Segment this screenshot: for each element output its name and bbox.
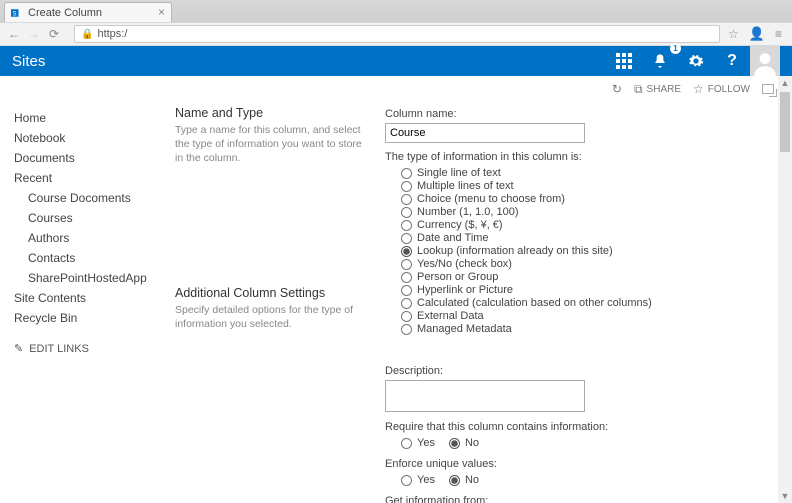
enforce-label: Enforce unique values: (385, 458, 772, 470)
lock-icon: 🔒 (81, 29, 93, 40)
main-content: HomeNotebookDocuments Recent Course Doco… (0, 102, 792, 503)
require-yes[interactable]: Yes (401, 437, 435, 449)
column-name-label: Column name: (385, 108, 772, 120)
column-type-option[interactable]: Managed Metadata (401, 323, 772, 335)
edit-links-button[interactable]: ✎ EDIT LINKS (14, 342, 175, 355)
scroll-thumb[interactable] (780, 92, 790, 152)
notification-badge: 1 (670, 43, 681, 54)
additional-settings-heading: Additional Column Settings (175, 286, 367, 300)
nav-recycle-bin[interactable]: Recycle Bin (14, 308, 175, 328)
column-type-option[interactable]: Calculated (calculation based on other c… (401, 297, 772, 309)
column-type-option[interactable]: Hyperlink or Picture (401, 284, 772, 296)
share-label: SHARE (647, 84, 681, 95)
close-tab-icon[interactable]: × (158, 5, 165, 19)
nav-recent-link[interactable]: Authors (28, 228, 175, 248)
column-type-option[interactable]: Choice (menu to choose from) (401, 193, 772, 205)
settings-button[interactable] (678, 46, 714, 76)
follow-label: FOLLOW (708, 84, 750, 95)
url-field[interactable]: 🔒 https:/ (74, 25, 720, 43)
column-name-input[interactable] (385, 123, 585, 143)
require-radio-group: Yes No (401, 436, 772, 450)
browser-tab[interactable]: S Create Column × (4, 2, 172, 22)
column-type-option[interactable]: Date and Time (401, 232, 772, 244)
waffle-icon (616, 53, 632, 69)
additional-settings-desc: Specify detailed options for the type of… (175, 303, 367, 331)
focus-content-button[interactable] (762, 84, 774, 94)
browser-tab-bar: S Create Column × (0, 0, 792, 22)
menu-icon[interactable]: ≡ (775, 27, 782, 41)
gear-icon (688, 53, 704, 69)
description-input[interactable] (385, 380, 585, 412)
star-icon: ☆ (693, 82, 704, 96)
enforce-no[interactable]: No (449, 474, 479, 486)
nav-site-contents[interactable]: Site Contents (14, 288, 175, 308)
enforce-radio-group: Yes No (401, 473, 772, 487)
column-type-option[interactable]: Currency ($, ¥, €) (401, 219, 772, 231)
share-button[interactable]: ⧉ SHARE (634, 82, 681, 97)
column-type-option[interactable]: Multiple lines of text (401, 180, 772, 192)
form-fields-column: Column name: The type of information in … (385, 106, 782, 503)
sync-icon[interactable]: ↻ (612, 82, 622, 96)
scroll-up-arrow[interactable]: ▲ (778, 76, 792, 90)
column-type-option[interactable]: Number (1, 1.0, 100) (401, 206, 772, 218)
column-type-option[interactable]: Single line of text (401, 167, 772, 179)
name-and-type-desc: Type a name for this column, and select … (175, 123, 367, 166)
nav-recent-link[interactable]: Contacts (28, 248, 175, 268)
nav-recent-link[interactable]: SharePointHostedApp (28, 268, 175, 288)
forward-button[interactable]: → (26, 27, 42, 41)
user-icon[interactable]: 👤 (749, 26, 765, 42)
column-type-radio-group: Single line of textMultiple lines of tex… (401, 167, 772, 335)
nav-link[interactable]: Home (14, 108, 175, 128)
help-button[interactable]: ? (714, 46, 750, 76)
name-and-type-heading: Name and Type (175, 106, 367, 120)
notifications-button[interactable]: 1 (642, 46, 678, 76)
edit-links-label: EDIT LINKS (29, 343, 89, 355)
column-type-option[interactable]: Lookup (information already on this site… (401, 245, 772, 257)
suite-bar: Sites 1 ? (0, 46, 792, 76)
svg-text:S: S (13, 11, 17, 17)
back-button[interactable]: ← (6, 27, 22, 41)
bell-icon (652, 53, 668, 69)
pencil-icon: ✎ (14, 342, 23, 355)
nav-link[interactable]: Notebook (14, 128, 175, 148)
scroll-down-arrow[interactable]: ▼ (778, 489, 792, 503)
focus-icon (762, 84, 774, 94)
suite-title: Sites (12, 53, 45, 70)
enforce-yes[interactable]: Yes (401, 474, 435, 486)
column-type-option[interactable]: Person or Group (401, 271, 772, 283)
column-type-label: The type of information in this column i… (385, 151, 772, 163)
nav-recent-heading: Recent (14, 168, 175, 188)
page-scrollbar[interactable]: ▲ ▼ (778, 76, 792, 503)
nav-recent-link[interactable]: Courses (28, 208, 175, 228)
avatar-icon (752, 50, 778, 76)
follow-button[interactable]: ☆ FOLLOW (693, 82, 750, 96)
column-type-option[interactable]: Yes/No (check box) (401, 258, 772, 270)
sharepoint-favicon: S (11, 7, 23, 19)
column-type-option[interactable]: External Data (401, 310, 772, 322)
share-icon: ⧉ (634, 82, 643, 97)
description-label: Description: (385, 365, 772, 377)
require-label: Require that this column contains inform… (385, 421, 772, 433)
section-descriptions-column: Name and Type Type a name for this colum… (175, 106, 385, 503)
url-text: https:/ (97, 28, 127, 40)
tab-title: Create Column (28, 7, 102, 19)
nav-link[interactable]: Documents (14, 148, 175, 168)
page-actions-bar: ↻ ⧉ SHARE ☆ FOLLOW (0, 76, 792, 102)
app-launcher-button[interactable] (606, 46, 642, 76)
form-area: Name and Type Type a name for this colum… (175, 102, 792, 503)
get-info-label: Get information from: (385, 495, 772, 503)
nav-recent-link[interactable]: Course Docoments (28, 188, 175, 208)
user-avatar[interactable] (750, 46, 780, 76)
reload-button[interactable]: ⟳ (46, 27, 62, 41)
require-no[interactable]: No (449, 437, 479, 449)
left-nav: HomeNotebookDocuments Recent Course Doco… (0, 102, 175, 503)
help-icon: ? (727, 52, 737, 70)
bookmark-icon[interactable]: ☆ (728, 27, 739, 41)
